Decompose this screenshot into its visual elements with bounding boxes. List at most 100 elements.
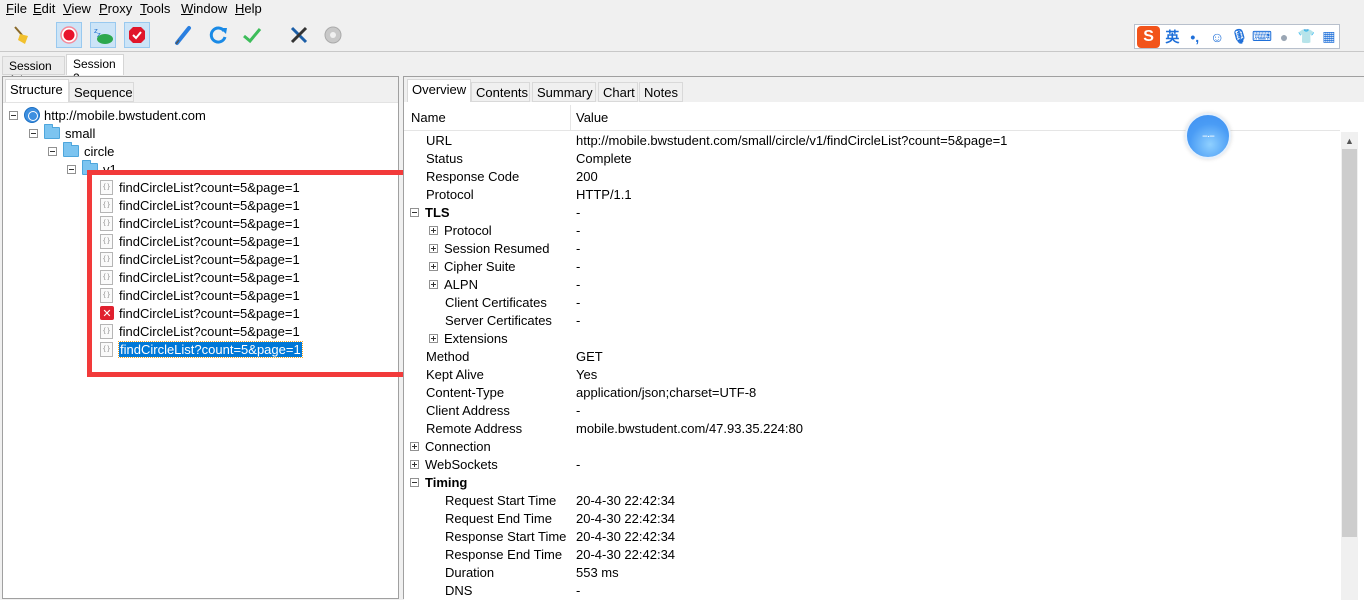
table-row[interactable]: Session Resumed - [404, 240, 1334, 258]
session-tab-2[interactable]: Session 2 [66, 54, 124, 85]
edit-button[interactable] [170, 22, 196, 48]
tools-button[interactable] [286, 22, 312, 48]
ime-language-toggle[interactable]: 英 [1162, 27, 1182, 47]
menu-proxy[interactable]: Proxy [99, 1, 132, 16]
collapse-icon[interactable] [410, 478, 419, 487]
grid-icon[interactable]: ▦ [1319, 27, 1339, 47]
table-row[interactable]: ALPN - [404, 276, 1334, 294]
request-item[interactable]: {} findCircleList?count=5&page=1 [100, 178, 300, 196]
collapse-icon[interactable] [410, 208, 419, 217]
tree-folder-small[interactable]: small [29, 124, 95, 142]
session-tab-1[interactable]: Session 1 * [2, 56, 65, 87]
table-row[interactable]: Duration 553 ms [404, 564, 1334, 582]
request-item[interactable]: {} findCircleList?count=5&page=1 [100, 196, 300, 214]
row-name-text: Duration [445, 565, 495, 580]
column-divider[interactable] [570, 105, 571, 131]
request-item[interactable]: {} findCircleList?count=5&page=1 [100, 214, 300, 232]
table-row[interactable]: Protocol HTTP/1.1 [404, 186, 1334, 204]
row-value: 20-4-30 22:42:34 [576, 547, 676, 562]
user-icon[interactable]: ● [1274, 27, 1294, 47]
table-row[interactable]: Client Address - [404, 402, 1334, 420]
tab-overview[interactable]: Overview [407, 79, 471, 102]
mic-icon[interactable]: 🎙 [1229, 27, 1249, 47]
table-row[interactable]: Kept Alive Yes [404, 366, 1334, 384]
expand-icon[interactable] [429, 244, 438, 253]
expand-icon[interactable] [410, 442, 419, 451]
request-item[interactable]: {} findCircleList?count=5&page=1 [100, 322, 300, 340]
request-item[interactable]: {} findCircleList?count=5&page=1 [100, 268, 300, 286]
table-row[interactable]: Request End Time 20-4-30 22:42:34 [404, 510, 1334, 528]
collapse-icon[interactable] [9, 110, 18, 120]
table-row[interactable]: Extensions [404, 330, 1334, 348]
keyboard-icon[interactable]: ⌨ [1252, 27, 1272, 47]
request-item[interactable]: {} findCircleList?count=5&page=1 [100, 232, 300, 250]
tree-host[interactable]: http://mobile.bwstudent.com [9, 106, 206, 124]
skin-icon[interactable]: 👕 [1296, 27, 1316, 47]
table-row[interactable]: Remote Address mobile.bwstudent.com/47.93… [404, 420, 1334, 438]
table-row[interactable]: Response Code 200 [404, 168, 1334, 186]
throttling-button[interactable]: zz [90, 22, 116, 48]
table-row[interactable]: Method GET [404, 348, 1334, 366]
table-row[interactable]: Timing [404, 474, 1334, 492]
menu-file-mnemonic: F [6, 1, 14, 16]
table-row[interactable]: Protocol - [404, 222, 1334, 240]
tree-folder-v1[interactable]: v1 [67, 160, 117, 178]
sogou-logo-icon[interactable]: S [1137, 25, 1161, 48]
menu-tools[interactable]: Tools [140, 1, 170, 16]
tab-structure[interactable]: Structure [5, 79, 69, 102]
expand-icon[interactable] [429, 280, 438, 289]
breakpoints-button[interactable] [124, 22, 150, 48]
table-row[interactable]: Client Certificates - [404, 294, 1334, 312]
tab-summary[interactable]: Summary [532, 82, 596, 102]
expand-icon[interactable] [429, 334, 438, 343]
menu-view[interactable]: View [63, 1, 91, 16]
collapse-icon[interactable] [48, 146, 57, 156]
collapse-icon[interactable] [29, 128, 38, 138]
table-row[interactable]: Server Certificates - [404, 312, 1334, 330]
floating-assistant-ball[interactable]: --·-- [1185, 113, 1231, 159]
vertical-scrollbar[interactable]: ▲ [1341, 132, 1358, 600]
menu-help[interactable]: Help [235, 1, 262, 16]
scrollbar-thumb[interactable] [1342, 149, 1357, 537]
clear-button[interactable] [9, 22, 35, 48]
emoji-icon[interactable]: ☺ [1207, 27, 1227, 47]
menu-edit[interactable]: Edit [33, 1, 55, 16]
tab-sequence[interactable]: Sequence [69, 82, 134, 102]
repeat-button[interactable] [205, 22, 231, 48]
menu-file[interactable]: File [6, 1, 27, 16]
settings-button[interactable] [320, 22, 346, 48]
record-button[interactable] [56, 22, 82, 48]
menu-window[interactable]: Window [181, 1, 227, 16]
scroll-up-icon[interactable]: ▲ [1341, 132, 1358, 149]
column-header-value[interactable]: Value [576, 110, 608, 125]
request-item[interactable]: {} findCircleList?count=5&page=1 [100, 250, 300, 268]
table-row[interactable]: DNS - [404, 582, 1334, 600]
punctuation-toggle[interactable]: •, [1185, 27, 1205, 47]
tree-folder-circle[interactable]: circle [48, 142, 114, 160]
column-header-name[interactable]: Name [411, 110, 446, 125]
table-row[interactable]: Cipher Suite - [404, 258, 1334, 276]
row-name: Response End Time [445, 547, 562, 562]
expand-icon[interactable] [429, 226, 438, 235]
table-row[interactable]: Content-Type application/json;charset=UTF… [404, 384, 1334, 402]
table-row[interactable]: TLS - [404, 204, 1334, 222]
request-item[interactable]: {} findCircleList?count=5&page=1 [100, 340, 303, 358]
request-item[interactable]: ✕ findCircleList?count=5&page=1 [100, 304, 300, 322]
collapse-icon[interactable] [67, 164, 76, 174]
expand-icon[interactable] [429, 262, 438, 271]
globe-icon [24, 107, 40, 123]
tab-contents[interactable]: Contents [471, 82, 530, 102]
row-name: Response Start Time [445, 529, 566, 544]
validate-button[interactable] [239, 22, 265, 48]
table-row[interactable]: Connection [404, 438, 1334, 456]
expand-icon[interactable] [410, 460, 419, 469]
table-row[interactable]: Response Start Time 20-4-30 22:42:34 [404, 528, 1334, 546]
menu-help-mnemonic: H [235, 1, 245, 16]
tab-notes[interactable]: Notes [639, 82, 683, 102]
request-item[interactable]: {} findCircleList?count=5&page=1 [100, 286, 300, 304]
table-row[interactable]: Request Start Time 20-4-30 22:42:34 [404, 492, 1334, 510]
row-name: URL [426, 133, 452, 148]
table-row[interactable]: Response End Time 20-4-30 22:42:34 [404, 546, 1334, 564]
table-row[interactable]: WebSockets - [404, 456, 1334, 474]
tab-chart[interactable]: Chart [598, 82, 638, 102]
